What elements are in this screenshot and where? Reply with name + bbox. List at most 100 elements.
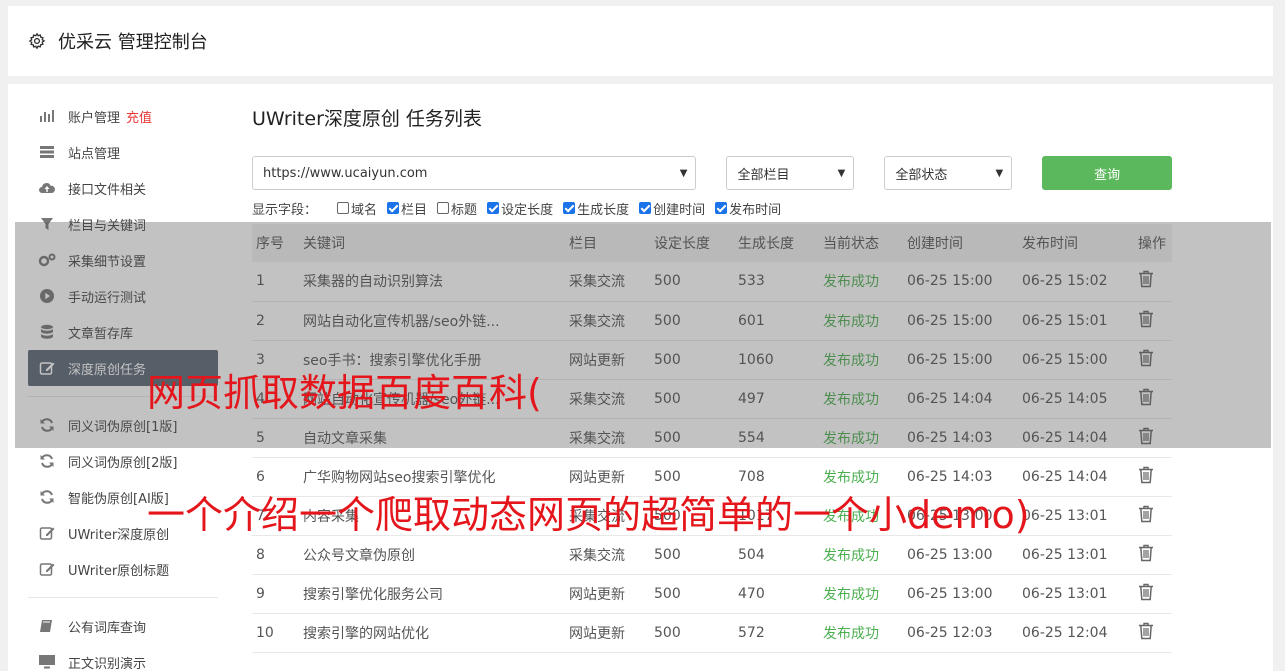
sidebar-item[interactable]: 账户管理 充值	[28, 98, 218, 134]
table-cell: 网站更新	[565, 574, 650, 614]
field-checkbox[interactable]: 栏目	[387, 199, 427, 218]
sidebar-item[interactable]: 正文识别演示	[28, 644, 218, 671]
field-checkbox-label: 栏目	[401, 202, 428, 218]
table-cell: 500	[650, 535, 734, 575]
edit-icon	[38, 525, 56, 541]
sidebar-item-label: 公有词库查询	[68, 620, 147, 636]
action-cell	[1134, 496, 1172, 536]
table-cell: 采集交流	[565, 535, 650, 575]
checkbox-unchecked-icon	[437, 202, 450, 214]
query-button[interactable]: 查询	[1042, 156, 1172, 190]
display-fields: 显示字段： 域名 栏目 标题 设定长度 生成长度 创建时间 发布时间	[252, 196, 1172, 220]
sidebar-divider	[28, 597, 218, 598]
field-checkbox-label: 标题	[451, 202, 478, 218]
table-cell: 06-25 13:00	[903, 574, 1018, 614]
sidebar-item[interactable]: 同义词伪原创[2版]	[28, 443, 218, 479]
checkbox-checked-icon	[563, 202, 576, 214]
field-checkbox-label: 创建时间	[653, 202, 706, 218]
trash-icon[interactable]	[1138, 622, 1154, 640]
cloud-upload-icon	[38, 180, 56, 196]
column-select-value: 全部栏目	[737, 167, 790, 183]
checkbox-unchecked-icon	[337, 202, 350, 214]
app-title: 优采云 管理控制台	[58, 32, 208, 53]
edit-icon	[38, 561, 56, 577]
table-cell: 500	[650, 613, 734, 653]
table-cell: 06-25 13:00	[903, 535, 1018, 575]
sidebar-item-label: 站点管理	[68, 146, 121, 162]
server-icon	[38, 144, 56, 160]
table-cell: 搜索引擎的网站优化	[299, 613, 565, 653]
site-select[interactable]: https://www.ucaiyun.com ▼	[252, 156, 697, 190]
field-checkbox-label: 发布时间	[729, 202, 782, 218]
site-select-value: https://www.ucaiyun.com	[263, 165, 428, 181]
field-checkbox-label: 设定长度	[501, 202, 554, 218]
table-cell: 06-25 12:04	[1018, 613, 1134, 653]
action-cell	[1134, 535, 1172, 575]
field-checkbox[interactable]: 发布时间	[715, 199, 781, 218]
table-row: 9 搜索引擎优化服务公司 网站更新 500 470 发布成功 06-25 13:00 06-2…	[252, 574, 1172, 614]
table-cell: 500	[650, 574, 734, 614]
column-select[interactable]: 全部栏目 ▼	[726, 156, 855, 190]
checkbox-checked-icon	[487, 202, 500, 214]
recharge-link[interactable]: 充值	[126, 107, 152, 126]
sidebar-item-label: UWriter原创标题	[68, 563, 170, 579]
sidebar-item-label: 同义词伪原创[2版]	[68, 455, 178, 471]
table-cell: 发布成功	[819, 535, 903, 575]
table-cell: 06-25 14:04	[1018, 457, 1134, 497]
trash-icon[interactable]	[1138, 583, 1154, 601]
table-cell: 9	[252, 574, 299, 614]
table-cell: 06-25 12:03	[903, 613, 1018, 653]
sidebar-item[interactable]: 站点管理	[28, 134, 218, 170]
sidebar-item[interactable]: 接口文件相关	[28, 170, 218, 206]
trash-icon[interactable]	[1138, 505, 1154, 523]
filter-bar: https://www.ucaiyun.com ▼ 全部栏目 ▼ 全部状态 ▼ …	[252, 156, 1172, 190]
status-select[interactable]: 全部状态 ▼	[884, 156, 1013, 190]
gear-icon	[28, 32, 46, 50]
table-cell: 网站更新	[565, 613, 650, 653]
table-cell: 572	[734, 613, 819, 653]
book-icon	[38, 618, 56, 634]
top-bar: 优采云 管理控制台	[8, 6, 1273, 76]
chevron-down-icon: ▼	[679, 167, 688, 179]
table-cell: 06-25 13:01	[1018, 535, 1134, 575]
trash-icon[interactable]	[1138, 466, 1154, 484]
table-cell: 搜索引擎优化服务公司	[299, 574, 565, 614]
table-cell: 06-25 13:01	[1018, 496, 1134, 536]
sidebar-item[interactable]: UWriter原创标题	[28, 551, 218, 587]
refresh-icon	[38, 453, 56, 469]
table-cell: 504	[734, 535, 819, 575]
action-cell	[1134, 574, 1172, 614]
table-cell: 发布成功	[819, 613, 903, 653]
action-cell	[1134, 613, 1172, 653]
field-checkbox[interactable]: 生成长度	[563, 199, 629, 218]
table-cell: 10	[252, 613, 299, 653]
chevron-down-icon: ▼	[995, 167, 1004, 179]
table-cell: 470	[734, 574, 819, 614]
table-cell: 06-25 13:01	[1018, 574, 1134, 614]
monitor-icon	[38, 654, 56, 670]
checkbox-checked-icon	[639, 202, 652, 214]
trash-icon[interactable]	[1138, 544, 1154, 562]
sidebar-item-label: 账户管理	[68, 110, 121, 126]
field-checkbox[interactable]: 设定长度	[487, 199, 553, 218]
field-checkbox-label: 域名	[351, 202, 378, 218]
field-checkbox[interactable]: 域名	[337, 199, 377, 218]
checkbox-checked-icon	[387, 202, 400, 214]
field-checkbox-label: 生成长度	[577, 202, 630, 218]
overlay-title-line2: 一个介绍一个爬取动态网页的超简单的一个小demo)	[147, 493, 1030, 537]
field-checkbox[interactable]: 创建时间	[639, 199, 705, 218]
bar-chart-icon	[38, 108, 56, 124]
table-row: 10 搜索引擎的网站优化 网站更新 500 572 发布成功 06-25 12:03 06-2…	[252, 613, 1172, 653]
table-cell: 发布成功	[819, 574, 903, 614]
table-cell: 8	[252, 535, 299, 575]
sidebar-item[interactable]: 公有词库查询	[28, 608, 218, 644]
page-title: UWriter深度原创 任务列表	[252, 108, 482, 130]
display-fields-label: 显示字段：	[252, 202, 318, 218]
checkbox-checked-icon	[715, 202, 728, 214]
refresh-icon	[38, 489, 56, 505]
table-row: 8 公众号文章伪原创 采集交流 500 504 发布成功 06-25 13:00 06-25 …	[252, 535, 1172, 575]
field-checkbox[interactable]: 标题	[437, 199, 477, 218]
sidebar-item-label: 接口文件相关	[68, 182, 147, 198]
overlay-title-line1: 网页抓取数据百度百科(	[147, 371, 542, 415]
chevron-down-icon: ▼	[837, 167, 846, 179]
